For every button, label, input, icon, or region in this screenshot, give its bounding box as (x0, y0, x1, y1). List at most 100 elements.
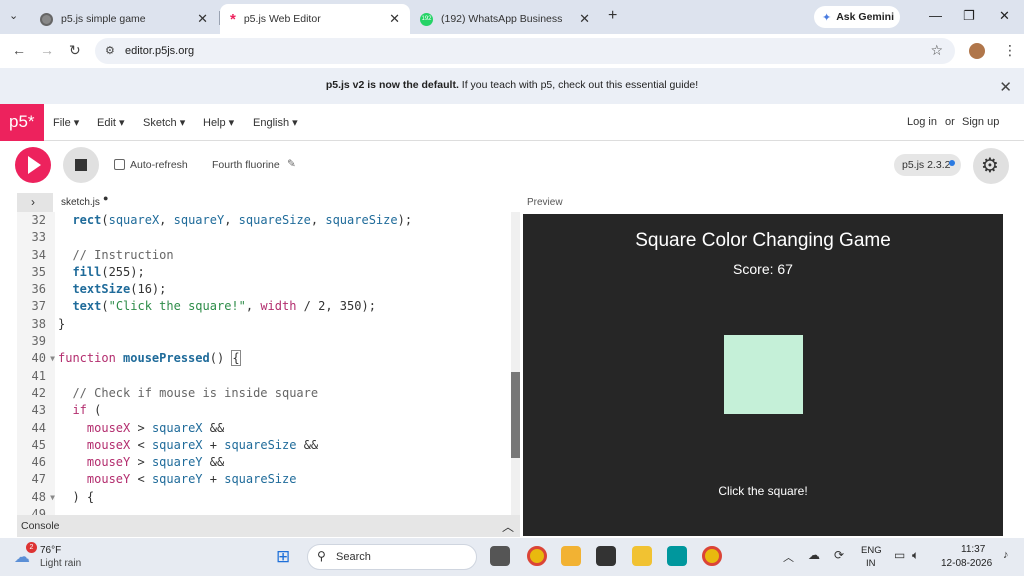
weather-condition[interactable]: Light rain (40, 558, 81, 569)
tab-p5-web-editor[interactable]: * p5.js Web Editor ✕ (220, 4, 410, 34)
address-bar[interactable]: ⚙ editor.p5js.org ☆ (95, 38, 955, 64)
play-icon (28, 156, 41, 174)
tray-chevron-up-icon[interactable]: ︿ (783, 549, 794, 565)
scrollbar-thumb[interactable] (511, 372, 520, 458)
sketch-name[interactable]: Fourth fluorine (212, 159, 280, 171)
p5-asterisk-icon: * (230, 10, 236, 28)
line-number: 47 (31, 472, 46, 487)
close-tab-icon[interactable]: ✕ (389, 11, 400, 27)
stop-button[interactable] (63, 147, 99, 183)
chevron-up-icon[interactable]: ︿ (502, 518, 514, 535)
p5-version-badge[interactable]: p5.js 2.3.2 (894, 154, 961, 176)
login-link[interactable]: Log in (907, 116, 937, 128)
p5-logo[interactable]: p5* (0, 104, 44, 141)
more-menu-icon[interactable]: ⋮ (1003, 42, 1017, 59)
globe-icon (40, 12, 53, 26)
close-banner-icon[interactable]: ✕ (999, 78, 1012, 96)
code-line: text("Click the square!", width / 2, 350… (72, 299, 376, 314)
menu-file[interactable]: File ▾ (53, 116, 79, 129)
region-code[interactable]: IN (866, 558, 876, 569)
line-number-foldable[interactable]: 40 ▼ (17, 350, 55, 367)
line-number-foldable[interactable]: 48 ▼ (17, 489, 55, 506)
clock-date[interactable]: 12-08-2026 (941, 558, 992, 569)
menu-help[interactable]: Help ▾ (203, 116, 234, 129)
close-window-icon[interactable]: ✕ (999, 8, 1010, 24)
browser-tab-strip: ⌄ p5.js simple game ✕ * p5.js Web Editor… (0, 0, 1024, 34)
code-line: // Check if mouse is inside square (72, 385, 319, 400)
code-line: mouseY < squareY + squareSize (86, 472, 297, 487)
chrome-profile-icon[interactable] (702, 546, 722, 566)
ask-gemini-label: Ask Gemini (836, 11, 894, 23)
game-square[interactable] (724, 335, 803, 414)
settings-button[interactable]: ⚙ (973, 148, 1009, 184)
browser-toolbar: ← → ↻ ⚙ editor.p5js.org ☆ ⋮ (0, 34, 1024, 68)
menu-language[interactable]: English ▾ (253, 116, 298, 129)
tab-search-chevron-icon[interactable]: ⌄ (9, 9, 18, 22)
preview-canvas[interactable]: Square Color Changing Game Score: 67 Cli… (523, 214, 1003, 536)
code-line: fill(255); (72, 264, 145, 279)
menu-edit[interactable]: Edit ▾ (97, 116, 125, 129)
new-tab-button[interactable]: + (608, 7, 617, 25)
play-button[interactable] (15, 147, 51, 183)
forward-arrow-icon[interactable]: → (40, 42, 54, 58)
restore-icon[interactable]: ❐ (963, 8, 975, 24)
signup-link[interactable]: Sign up (962, 116, 999, 128)
notes-app-icon[interactable] (561, 546, 581, 566)
site-info-icon[interactable]: ⚙ (105, 44, 115, 57)
clock-time[interactable]: 11:37 (961, 544, 985, 555)
preview-label: Preview (527, 197, 563, 208)
version-label: p5.js 2.3.2 (902, 159, 951, 171)
back-arrow-icon[interactable]: ← (12, 42, 26, 58)
task-view-icon[interactable] (490, 546, 510, 566)
weather-alert-badge: 2 (26, 542, 37, 553)
score-text: Score: 67 (733, 261, 793, 277)
search-label: Search (336, 551, 371, 563)
chrome-icon[interactable] (527, 546, 547, 566)
code-line: // Instruction (72, 247, 174, 262)
banner-text[interactable]: If you teach with p5, check out this ess… (459, 79, 698, 91)
console-bar[interactable]: Console ︿ (17, 515, 520, 537)
gear-icon: ⚙ (981, 155, 999, 177)
close-tab-icon[interactable]: ✕ (579, 11, 590, 27)
url-text: editor.p5js.org (125, 45, 195, 57)
sync-icon[interactable]: ⟳ (834, 548, 844, 562)
file-tab-name[interactable]: sketch.js (61, 197, 100, 208)
line-number: 41 (31, 368, 46, 383)
line-number: 45 (31, 437, 46, 452)
temperature[interactable]: 76°F (40, 545, 61, 556)
media-app-icon[interactable] (596, 546, 616, 566)
file-explorer-icon[interactable] (632, 546, 652, 566)
notification-bell-icon[interactable]: ♪ (1003, 549, 1009, 561)
code-line: rect(squareX, squareY, squareSize, squar… (72, 213, 413, 227)
tab-whatsapp-business[interactable]: 192 (192) WhatsApp Business ✕ (410, 4, 600, 34)
taskbar-search[interactable]: ⚲ Search (307, 544, 477, 570)
close-tab-icon[interactable]: ✕ (197, 11, 208, 27)
menu-sketch[interactable]: Sketch ▾ (143, 116, 185, 129)
auto-refresh-checkbox[interactable] (114, 159, 125, 170)
windows-start-icon[interactable]: ⊞ (276, 547, 290, 567)
code-editor[interactable]: rect(squareX, squareY, squareSize, squar… (55, 212, 510, 515)
language-code[interactable]: ENG (861, 545, 882, 556)
bookmark-star-icon[interactable]: ☆ (930, 42, 943, 59)
ask-gemini-button[interactable]: ✦ Ask Gemini (814, 6, 900, 28)
instruction-text: Click the square! (718, 484, 808, 498)
profile-avatar[interactable] (969, 43, 985, 59)
tab-title: (192) WhatsApp Business (441, 13, 563, 25)
editor-scrollbar[interactable] (511, 212, 520, 515)
line-number: 43 (31, 403, 46, 418)
sidebar-toggle-button[interactable]: › (17, 193, 53, 213)
tab-p5-simple-game[interactable]: p5.js simple game ✕ (30, 4, 218, 34)
game-title: Square Color Changing Game (635, 230, 891, 251)
arduino-icon[interactable] (667, 546, 687, 566)
reload-icon[interactable]: ↻ (69, 42, 81, 59)
line-number: 33 (31, 230, 46, 245)
code-line: ) { (58, 489, 95, 504)
network-icon[interactable]: ▭ (894, 548, 905, 562)
update-dot-icon (949, 160, 955, 166)
cloud-off-icon[interactable]: ☁ (808, 548, 820, 562)
volume-icon[interactable]: 🔈︎ (912, 548, 919, 563)
minimize-icon[interactable]: — (929, 8, 942, 23)
pencil-icon[interactable]: ✎ (287, 158, 296, 170)
